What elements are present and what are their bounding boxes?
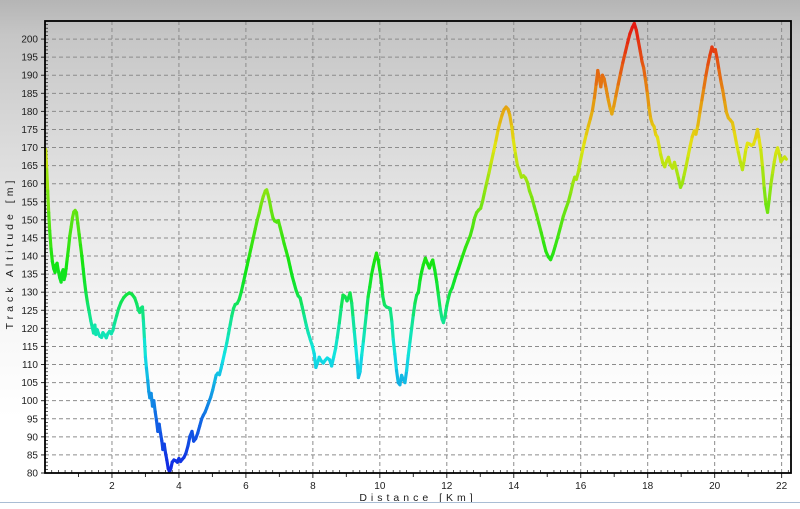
window-bottom-edge	[0, 502, 800, 503]
svg-text:135: 135	[21, 270, 38, 281]
svg-text:125: 125	[21, 306, 38, 317]
svg-text:175: 175	[21, 125, 38, 136]
svg-text:165: 165	[21, 161, 38, 172]
svg-text:160: 160	[21, 179, 38, 190]
svg-text:22: 22	[776, 481, 788, 492]
svg-text:90: 90	[27, 432, 39, 443]
axis-ticks	[41, 25, 788, 478]
svg-text:140: 140	[21, 252, 38, 263]
svg-text:12: 12	[441, 481, 453, 492]
svg-text:150: 150	[21, 215, 38, 226]
svg-text:180: 180	[21, 107, 38, 118]
svg-text:185: 185	[21, 89, 38, 100]
svg-text:85: 85	[27, 450, 39, 461]
svg-text:145: 145	[21, 233, 38, 244]
svg-text:110: 110	[22, 360, 38, 371]
y-axis-title: Track Altitude [m]	[4, 83, 16, 423]
svg-text:155: 155	[21, 197, 38, 208]
svg-text:20: 20	[709, 481, 721, 492]
svg-text:10: 10	[374, 481, 386, 492]
svg-text:115: 115	[22, 342, 38, 353]
svg-text:6: 6	[243, 481, 249, 492]
svg-text:14: 14	[508, 481, 520, 492]
svg-text:100: 100	[21, 396, 38, 407]
svg-text:95: 95	[27, 414, 39, 425]
svg-text:18: 18	[642, 481, 654, 492]
track-line	[46, 24, 787, 472]
svg-text:120: 120	[21, 324, 38, 335]
svg-text:105: 105	[21, 378, 38, 389]
plot-area: 80 85 90 95 100 105 110 115 120 125 130 135 140 145 15…	[0, 0, 800, 509]
svg-text:2: 2	[109, 481, 115, 492]
svg-text:170: 170	[21, 143, 38, 154]
svg-text:4: 4	[176, 481, 182, 492]
plot-frame	[45, 21, 791, 473]
svg-text:190: 190	[21, 71, 38, 82]
x-tick-labels: 2 4 6 8 10 12 14 16 18 20 22	[109, 481, 787, 492]
svg-text:195: 195	[21, 53, 38, 64]
svg-text:16: 16	[575, 481, 587, 492]
grid-lines	[45, 21, 791, 473]
svg-text:200: 200	[21, 35, 38, 46]
svg-text:80: 80	[27, 469, 39, 480]
altitude-profile-chart: 80 85 90 95 100 105 110 115 120 125 130 135 140 145 15…	[0, 0, 800, 509]
svg-text:130: 130	[21, 288, 38, 299]
y-tick-labels: 80 85 90 95 100 105 110 115 120 125 130 135 140 145 15…	[21, 35, 38, 480]
svg-text:8: 8	[310, 481, 316, 492]
